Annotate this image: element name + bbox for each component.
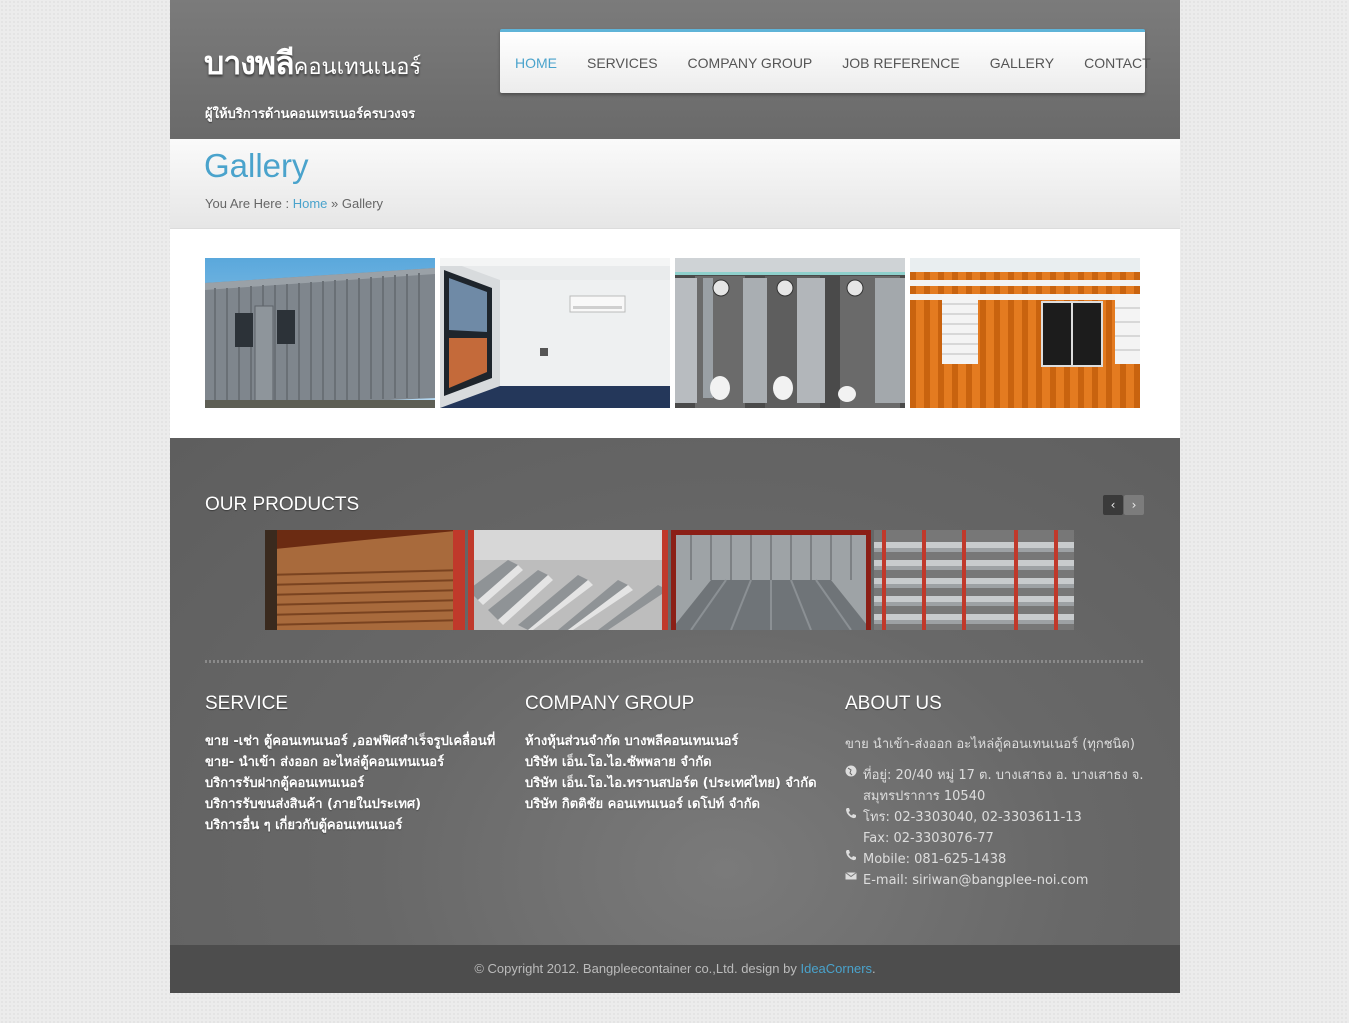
service-item[interactable]: บริการรับขนส่งสินค้า (ภายในประเทศ) — [205, 794, 495, 815]
contact-address: ที่อยู่: 20/40 หมู่ 17 ต. บางเสาธง อ. บา… — [845, 765, 1144, 807]
site-header: บางพลีคอนเทนเนอร์ ผู้ให้บริการด้านคอนเทร… — [170, 0, 1180, 139]
fax-number: Fax: 02-3303076-77 — [863, 831, 994, 846]
globe-icon — [845, 765, 863, 807]
main-nav: HOME SERVICES COMPANY GROUP JOB REFERENC… — [500, 29, 1151, 93]
nav-gallery[interactable]: GALLERY — [990, 55, 1054, 71]
service-title: SERVICE — [205, 693, 289, 714]
phone-icon — [845, 807, 863, 849]
service-item[interactable]: ขาย -เช่า ตู้คอนเทนเนอร์ ,ออฟฟิศสำเร็จรู… — [205, 731, 495, 752]
section-divider — [205, 660, 1145, 663]
site-tagline: ผู้ให้บริการด้านคอนเทรเนอร์ครบวงจร — [205, 107, 416, 122]
company-group-title: COMPANY GROUP — [525, 693, 695, 714]
about-intro: ขาย นำเข้า-ส่งออก อะไหล่ตู้คอนเทนเนอร์ (… — [845, 737, 1135, 752]
product-image-angle-steel[interactable] — [468, 530, 668, 630]
site-footer: © Copyright 2012. Bangpleecontainer co.,… — [170, 945, 1180, 993]
gallery-section — [170, 229, 1180, 438]
company-item[interactable]: บริษัท เอ็น.โอ.ไอ.ซัพพลาย จำกัด — [525, 752, 817, 773]
company-group-list: ห้างหุ้นส่วนจำกัด บางพลีคอนเทนเนอร์ บริษ… — [525, 731, 817, 815]
designer-link[interactable]: IdeaCorners — [800, 961, 872, 976]
products-next-button[interactable]: › — [1124, 495, 1144, 515]
gallery-image-toilet-container[interactable] — [675, 258, 905, 408]
email-address[interactable]: E-mail: siriwan@bangplee-noi.com — [863, 870, 1088, 891]
breadcrumb-home-link[interactable]: Home — [293, 196, 328, 211]
service-item[interactable]: ขาย- นำเข้า ส่งออก อะไหล่ตู้คอนเทนเนอร์ — [205, 752, 495, 773]
product-image-plywood[interactable] — [265, 530, 465, 630]
gallery-image-container-interior[interactable] — [440, 258, 670, 408]
logo-sub-text: คอนเทนเนอร์ — [293, 55, 422, 80]
copyright-end: . — [872, 961, 876, 976]
gallery-image-orange-container[interactable] — [910, 258, 1140, 408]
address-line-2: สมุทรปราการ 10540 — [863, 789, 986, 804]
service-item[interactable]: บริการรับฝากตู้คอนเทนเนอร์ — [205, 773, 495, 794]
page-title: Gallery — [204, 147, 309, 184]
products-title: OUR PRODUCTS — [205, 494, 360, 515]
page-wrapper: บางพลีคอนเทนเนอร์ ผู้ให้บริการด้านคอนเทร… — [170, 0, 1180, 993]
phone-icon — [845, 849, 863, 870]
envelope-icon — [845, 870, 863, 891]
nav-contact[interactable]: CONTACT — [1084, 55, 1151, 71]
nav-company-group[interactable]: COMPANY GROUP — [688, 55, 813, 71]
mobile-number: Mobile: 081-625-1438 — [863, 852, 1007, 867]
nav-services[interactable]: SERVICES — [587, 55, 658, 71]
products-prev-button[interactable]: ‹ — [1103, 495, 1123, 515]
company-item[interactable]: บริษัท กิตติชัย คอนเทนเนอร์ เดโปท์ จำกัด — [525, 794, 817, 815]
contact-phone: โทร: 02-3303040, 02-3303611-13 Fax: 02-3… — [845, 807, 1082, 849]
product-image-corrugated-sheets[interactable] — [874, 530, 1074, 630]
service-list: ขาย -เช่า ตู้คอนเทนเนอร์ ,ออฟฟิศสำเร็จรู… — [205, 731, 495, 836]
logo-main-text: บางพลี — [204, 44, 295, 82]
site-logo[interactable]: บางพลีคอนเทนเนอร์ — [204, 38, 421, 89]
address-line-1: ที่อยู่: 20/40 หมู่ 17 ต. บางเสาธง อ. บา… — [863, 768, 1144, 783]
nav-home[interactable]: HOME — [515, 55, 557, 71]
phone-numbers: โทร: 02-3303040, 02-3303611-13 — [863, 810, 1082, 825]
company-item[interactable]: ห้างหุ้นส่วนจำกัด บางพลีคอนเทนเนอร์ — [525, 731, 817, 752]
contact-email: E-mail: siriwan@bangplee-noi.com — [845, 870, 1088, 891]
title-band: Gallery You Are Here : Home » Gallery — [170, 139, 1180, 229]
copyright-text: © Copyright 2012. Bangpleecontainer co.,… — [474, 961, 797, 976]
about-title: ABOUT US — [845, 693, 942, 714]
nav-job-reference[interactable]: JOB REFERENCE — [842, 55, 959, 71]
gallery-image-container-office[interactable] — [205, 258, 435, 408]
product-image-container-floor[interactable] — [671, 530, 871, 630]
products-footer-area: OUR PRODUCTS ‹ › SERVICE ขาย -เช่า ตู้คอ… — [170, 438, 1180, 945]
breadcrumb-current: Gallery — [341, 196, 384, 211]
service-item[interactable]: บริการอื่น ๆ เกี่ยวกับตู้คอนเทนเนอร์ — [205, 815, 495, 836]
breadcrumb-separator: » — [331, 196, 339, 211]
breadcrumb: You Are Here : Home » Gallery — [205, 196, 383, 211]
company-item[interactable]: บริษัท เอ็น.โอ.ไอ.ทรานสปอร์ต (ประเทศไทย)… — [525, 773, 817, 794]
breadcrumb-prefix: You Are Here : — [205, 196, 290, 211]
contact-mobile: Mobile: 081-625-1438 — [845, 849, 1006, 870]
